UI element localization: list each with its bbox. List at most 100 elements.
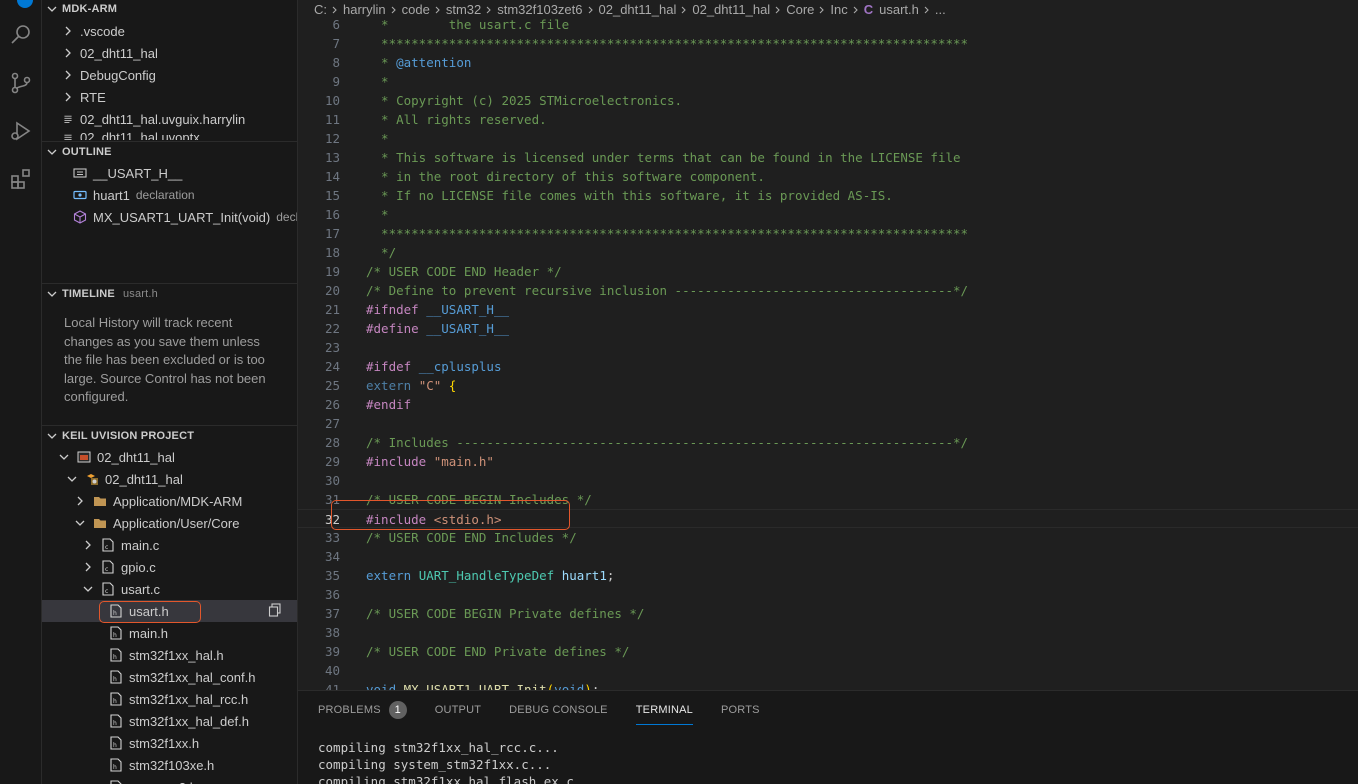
code-line[interactable]: 20 /* Define to prevent recursive inclusi…: [298, 281, 1358, 300]
panel-tab-debug-console[interactable]: DEBUG CONSOLE: [509, 699, 608, 721]
breadcrumb-item[interactable]: stm32: [446, 2, 481, 17]
code-line[interactable]: 28 /* Includes --------------------------…: [298, 433, 1358, 452]
search-icon[interactable]: [6, 20, 36, 50]
code-line[interactable]: 24 #ifdef __cplusplus: [298, 357, 1358, 376]
explorer-section-header[interactable]: MDK-ARM: [42, 0, 297, 20]
run-debug-icon[interactable]: [6, 116, 36, 146]
code-token: * Copyright (c) 2025 STMicroelectronics.: [366, 93, 683, 108]
code-line[interactable]: 26 #endif: [298, 395, 1358, 414]
keil-tree-item[interactable]: 02_dht11_hal: [42, 468, 297, 490]
keil-tree-item[interactable]: h stm32f1xx_hal_def.h: [42, 710, 297, 732]
outline-item[interactable]: MX_USART1_UART_Init(void) decl...: [42, 206, 297, 228]
line-number: 36: [324, 587, 340, 602]
keil-tree-item[interactable]: c main.c: [42, 534, 297, 556]
code-line[interactable]: 16 *: [298, 205, 1358, 224]
code-line[interactable]: 36: [298, 585, 1358, 604]
breadcrumb-more[interactable]: ...: [935, 2, 946, 17]
panel-tab-problems[interactable]: PROBLEMS 1: [318, 699, 407, 721]
breadcrumb-item[interactable]: stm32f103zet6: [497, 2, 582, 17]
code-line[interactable]: 23: [298, 338, 1358, 357]
keil-tree-item[interactable]: Application/User/Core: [42, 512, 297, 534]
code-line[interactable]: 15 * If no LICENSE file comes with this …: [298, 186, 1358, 205]
line-number: 23: [324, 340, 340, 355]
keil-section-header[interactable]: KEIL UVISION PROJECT: [42, 425, 297, 447]
code-line[interactable]: 19 /* USER CODE END Header */: [298, 262, 1358, 281]
code-line[interactable]: 39 /* USER CODE END Private defines */: [298, 642, 1358, 661]
code-line[interactable]: 37 /* USER CODE BEGIN Private defines */: [298, 604, 1358, 623]
breadcrumb-item[interactable]: C:: [314, 2, 327, 17]
terminal-line: compiling stm32f1xx_hal_flash_ex.c...: [318, 774, 597, 784]
explorer-item[interactable]: RTE: [42, 86, 297, 108]
code-token: *: [366, 207, 389, 222]
explorer-item[interactable]: 02_dht11_hal.uvguix.harrylin: [42, 108, 297, 130]
code-line[interactable]: 9 *: [298, 72, 1358, 91]
code-line[interactable]: 10 * Copyright (c) 2025 STMicroelectroni…: [298, 91, 1358, 110]
code-line[interactable]: 11 * All rights reserved.: [298, 110, 1358, 129]
breadcrumb-item[interactable]: 02_dht11_hal: [692, 2, 770, 17]
chevron-right-icon: [60, 89, 76, 105]
keil-tree-item[interactable]: Application/MDK-ARM: [42, 490, 297, 512]
panel-tab-output[interactable]: OUTPUT: [435, 699, 481, 721]
code-token: /* Define to prevent recursive inclusion…: [366, 283, 969, 298]
code-line[interactable]: 13 * This software is licensed under ter…: [298, 148, 1358, 167]
explorer-item[interactable]: 02_dht11_hal.uvoptx: [42, 130, 297, 140]
code-token: #ifndef: [366, 302, 427, 317]
code-line[interactable]: 25 extern "C" {: [298, 376, 1358, 395]
keil-tree-item[interactable]: h core_cm3.h: [42, 776, 297, 784]
outline-item[interactable]: __USART_H__: [42, 162, 297, 184]
code-line[interactable]: 40: [298, 661, 1358, 680]
code-line[interactable]: 22 #define __USART_H__: [298, 319, 1358, 338]
code-line[interactable]: 18 */: [298, 243, 1358, 262]
code-line[interactable]: 41 void MX_USART1_UART_Init(void);: [298, 680, 1358, 690]
keil-tree-item[interactable]: c usart.c: [42, 578, 297, 600]
chevron-right-icon: [680, 6, 688, 14]
explorer-item[interactable]: .vscode: [42, 20, 297, 42]
keil-tree-item[interactable]: 02_dht11_hal: [42, 446, 297, 468]
keil-tree-item[interactable]: h stm32f103xe.h: [42, 754, 297, 776]
code-line[interactable]: 38: [298, 623, 1358, 642]
terminal-output[interactable]: compiling stm32f1xx_hal_rcc.c... compilin…: [318, 739, 596, 784]
code-line[interactable]: 30: [298, 471, 1358, 490]
code-line[interactable]: 35 extern UART_HandleTypeDef huart1;: [298, 566, 1358, 585]
breadcrumb-item[interactable]: harrylin: [343, 2, 386, 17]
explorer-item[interactable]: DebugConfig: [42, 64, 297, 86]
keil-tree-item[interactable]: h stm32f1xx_hal.h: [42, 644, 297, 666]
keil-tree-item[interactable]: h stm32f1xx.h: [42, 732, 297, 754]
keil-tree-item[interactable]: h main.h: [42, 622, 297, 644]
c-file-icon: c: [100, 537, 116, 553]
code-line[interactable]: 14 * in the root directory of this softw…: [298, 167, 1358, 186]
explorer-item[interactable]: 02_dht11_hal: [42, 42, 297, 64]
keil-tree-item[interactable]: c gpio.c: [42, 556, 297, 578]
outline-item[interactable]: huart1 declaration: [42, 184, 297, 206]
explorer-item-label: 02_dht11_hal: [80, 45, 158, 61]
code-line[interactable]: 27: [298, 414, 1358, 433]
breadcrumb-item[interactable]: Inc: [830, 2, 847, 17]
outline-section-header[interactable]: OUTLINE: [42, 141, 297, 163]
line-number: 14: [324, 169, 340, 184]
code-token: extern: [366, 378, 419, 393]
code-line[interactable]: 33 /* USER CODE END Includes */: [298, 528, 1358, 547]
code-line[interactable]: 12 *: [298, 129, 1358, 148]
breadcrumb-item[interactable]: code: [402, 2, 430, 17]
code-line[interactable]: 29 #include "main.h": [298, 452, 1358, 471]
breadcrumb-file[interactable]: usart.h: [879, 2, 919, 17]
keil-tree-item[interactable]: h stm32f1xx_hal_rcc.h: [42, 688, 297, 710]
code-line[interactable]: 7 **************************************…: [298, 34, 1358, 53]
keil-item-label: stm32f1xx_hal_def.h: [129, 713, 249, 729]
timeline-file: usart.h: [122, 288, 158, 300]
extensions-icon[interactable]: [6, 164, 36, 194]
keil-tree-item[interactable]: h stm32f1xx_hal_conf.h: [42, 666, 297, 688]
code-line[interactable]: 17 *************************************…: [298, 224, 1358, 243]
breadcrumb-item[interactable]: 02_dht11_hal: [599, 2, 677, 17]
panel-tab-terminal[interactable]: TERMINAL: [635, 699, 694, 725]
code-line[interactable]: 8 * @attention: [298, 53, 1358, 72]
timeline-section-header[interactable]: TIMELINE usart.h: [42, 283, 297, 305]
breadcrumb-item[interactable]: Core: [786, 2, 814, 17]
copy-icon[interactable]: [268, 603, 282, 620]
bottom-panel: PROBLEMS 1 OUTPUT DEBUG CONSOLE TERMINAL PORT…: [298, 690, 1358, 784]
code-line[interactable]: 34: [298, 547, 1358, 566]
panel-tab-ports[interactable]: PORTS: [721, 699, 760, 721]
variable-icon: [72, 187, 88, 203]
code-line[interactable]: 21 #ifndef __USART_H__: [298, 300, 1358, 319]
source-control-icon[interactable]: [6, 68, 36, 98]
